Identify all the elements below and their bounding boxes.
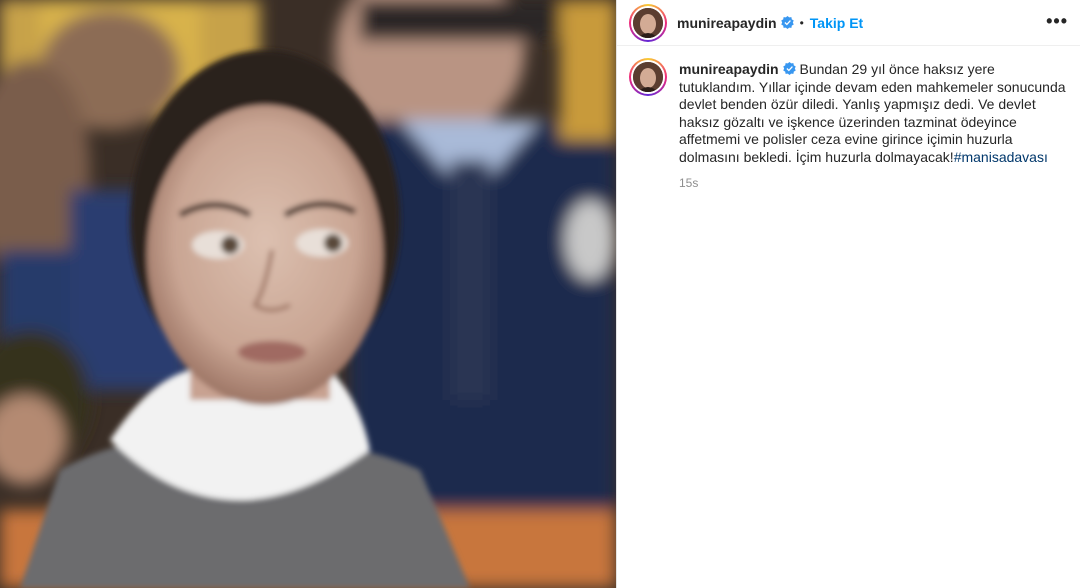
- instagram-post: munireapaydin • Takip Et ••• munireapayd…: [0, 0, 1080, 588]
- post-photo[interactable]: [0, 0, 616, 588]
- post-side-panel: munireapaydin • Takip Et ••• munireapayd…: [616, 0, 1080, 588]
- caption-username[interactable]: munireapaydin: [679, 61, 779, 77]
- separator-dot: •: [799, 15, 804, 30]
- post-header: munireapaydin • Takip Et •••: [617, 0, 1080, 46]
- header-username[interactable]: munireapaydin: [677, 15, 777, 31]
- more-options-icon[interactable]: •••: [1046, 11, 1068, 31]
- caption-avatar[interactable]: [629, 58, 667, 96]
- verified-badge-icon: [782, 62, 796, 75]
- hashtag-link[interactable]: #manisadavası: [954, 149, 1048, 165]
- follow-button[interactable]: Takip Et: [810, 15, 863, 31]
- photo-image: [0, 0, 616, 588]
- caption-body: munireapaydin Bundan 29 yıl önce haksız …: [679, 61, 1066, 190]
- caption-text-block: munireapaydin Bundan 29 yıl önce haksız …: [679, 61, 1066, 166]
- avatar[interactable]: [629, 3, 667, 42]
- post-timestamp[interactable]: 15s: [679, 176, 1066, 190]
- verified-badge-icon: [780, 16, 794, 29]
- caption-comment: munireapaydin Bundan 29 yıl önce haksız …: [617, 46, 1080, 190]
